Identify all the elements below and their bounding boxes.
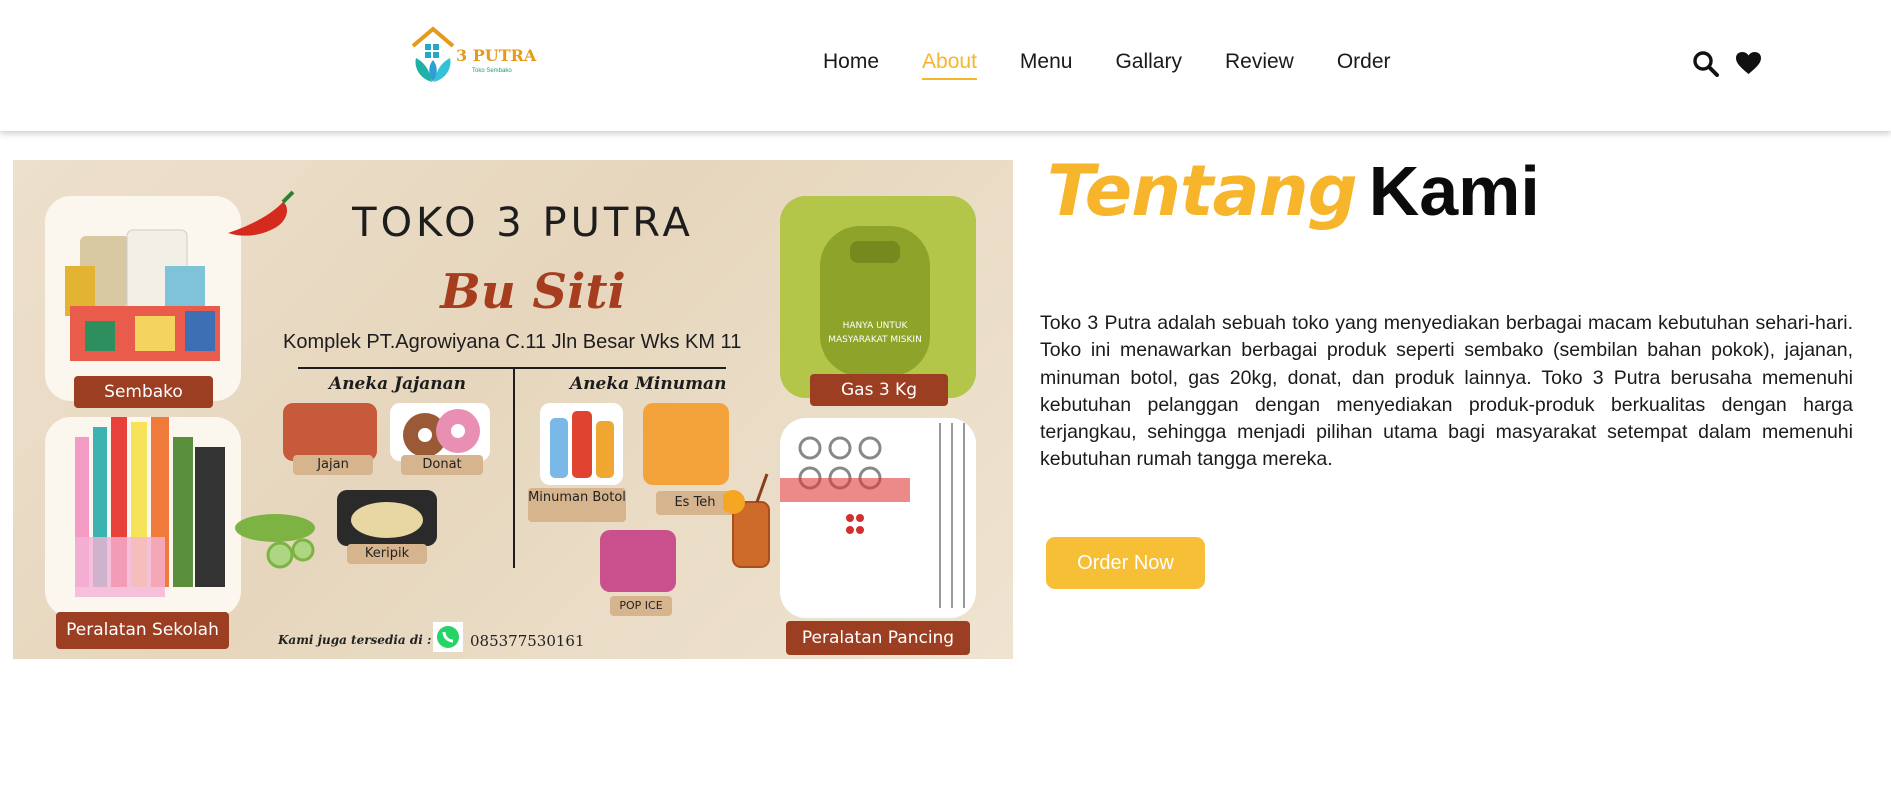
label-minuman-botol: Minuman Botol bbox=[528, 488, 626, 522]
peralatan-pancing-image bbox=[780, 418, 976, 618]
minuman-heading: Aneka Minuman bbox=[570, 374, 727, 394]
about-paragraph: Toko 3 Putra adalah sebuah toko yang men… bbox=[1040, 312, 1853, 471]
jajanan-heading: Aneka Jajanan bbox=[329, 374, 467, 394]
es-teh-image bbox=[643, 403, 729, 485]
logo-text: 3 PUTRA bbox=[456, 46, 537, 65]
nav-order[interactable]: Order bbox=[1337, 49, 1391, 80]
label-peralatan-pancing: Peralatan Pancing bbox=[786, 621, 970, 655]
donat-image bbox=[390, 403, 490, 461]
banner-footer-note: Kami juga tersedia di : bbox=[278, 633, 432, 647]
search-icon[interactable] bbox=[1692, 50, 1719, 77]
main-nav: Home About Menu Gallary Review Order bbox=[823, 49, 1434, 80]
banner-title: TOKO 3 PUTRA bbox=[352, 200, 694, 246]
gas-image: HANYA UNTUK MASYARAKAT MISKIN bbox=[780, 196, 976, 398]
about-heading-main: Kami bbox=[1368, 152, 1540, 230]
about-heading: Tentang Kami bbox=[1047, 150, 1540, 232]
store-banner-image: Sembako TOKO 3 PUTRA Bu Siti Komplek PT.… bbox=[13, 160, 1013, 659]
nav-about[interactable]: About bbox=[922, 49, 977, 80]
order-now-button[interactable]: Order Now bbox=[1046, 537, 1205, 589]
svg-text:MASYARAKAT MISKIN: MASYARAKAT MISKIN bbox=[828, 335, 922, 345]
jajan-image bbox=[283, 403, 377, 461]
keripik-image bbox=[337, 490, 437, 546]
banner-phone: 085377530161 bbox=[470, 632, 585, 650]
minuman-botol-image bbox=[540, 403, 623, 485]
banner-address: Komplek PT.Agrowiyana C.11 Jln Besar Wks… bbox=[283, 331, 742, 353]
label-sembako: Sembako bbox=[74, 376, 213, 408]
banner-divider-h bbox=[298, 367, 726, 369]
heart-icon[interactable] bbox=[1735, 50, 1762, 77]
pop-ice-image bbox=[600, 530, 676, 592]
cucumber-icon bbox=[235, 514, 315, 569]
label-pop-ice: POP ICE bbox=[610, 596, 672, 616]
sembako-image bbox=[45, 196, 241, 401]
label-donat: Donat bbox=[401, 455, 483, 475]
svg-text:HANYA UNTUK: HANYA UNTUK bbox=[843, 321, 909, 331]
chili-icon bbox=[228, 190, 295, 236]
about-heading-accent: Tentang bbox=[1047, 150, 1358, 232]
banner-divider-v bbox=[513, 368, 515, 568]
house-leaf-icon bbox=[411, 26, 455, 82]
iced-drink-icon bbox=[723, 473, 770, 568]
nav-home[interactable]: Home bbox=[823, 49, 879, 80]
banner-subtitle: Bu Siti bbox=[440, 264, 626, 320]
logo-subtitle: Toko Sembako bbox=[472, 68, 512, 74]
label-gas: Gas 3 Kg bbox=[810, 374, 948, 406]
nav-menu[interactable]: Menu bbox=[1020, 49, 1073, 80]
label-peralatan-sekolah: Peralatan Sekolah bbox=[56, 612, 229, 649]
nav-gallary[interactable]: Gallary bbox=[1115, 49, 1182, 80]
whatsapp-icon bbox=[433, 622, 463, 652]
header-icons bbox=[1692, 50, 1762, 77]
label-jajan: Jajan bbox=[293, 455, 373, 475]
nav-review[interactable]: Review bbox=[1225, 49, 1294, 80]
site-header: 3 PUTRA Toko Sembako Home About Menu Gal… bbox=[0, 0, 1891, 131]
label-keripik: Keripik bbox=[347, 544, 427, 564]
peralatan-sekolah-image bbox=[45, 417, 241, 617]
logo[interactable]: 3 PUTRA Toko Sembako bbox=[410, 26, 537, 88]
